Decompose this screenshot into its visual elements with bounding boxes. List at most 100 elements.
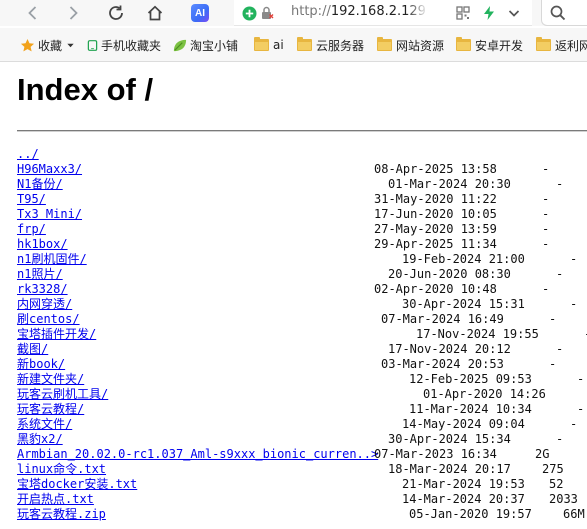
listing-row: 刷centos/07-Mar-2024 16:49 - xyxy=(0,312,587,327)
entry-link[interactable]: rk3328/ xyxy=(17,282,68,297)
entry-date: 14-Mar-2024 20:37 xyxy=(402,492,525,506)
entry-date: 19-Feb-2024 21:00 xyxy=(402,252,525,266)
listing-row: 新book/03-Mar-2024 20:53 - xyxy=(0,357,587,372)
bookmark-label: ai xyxy=(273,38,284,52)
entry-link[interactable]: 玩客云刷机工具/ xyxy=(17,387,108,402)
entry-link[interactable]: Tx3 Mini/ xyxy=(17,207,82,222)
address-dropdown-button[interactable] xyxy=(504,0,524,26)
entry-link[interactable]: 玩客云教程/ xyxy=(17,402,84,417)
entry-date: 18-Mar-2024 20:17 xyxy=(388,462,511,476)
entry-link[interactable]: hk1box/ xyxy=(17,237,68,252)
bookmark-folder-web-resources[interactable]: 网站资源 xyxy=(377,36,444,54)
entry-date: 31-May-2020 11:22 xyxy=(374,192,497,206)
listing-row: n1刷机固件/19-Feb-2024 21:00 - xyxy=(0,252,587,267)
entry-link[interactable]: frp/ xyxy=(17,222,46,237)
listing-row: H96Maxx3/08-Apr-2025 13:58 - xyxy=(0,162,587,177)
entry-link[interactable]: 新book/ xyxy=(17,357,65,372)
listing-row: T95/31-May-2020 11:22 - xyxy=(0,192,587,207)
entry-date: 07-Mar-2023 16:34 xyxy=(374,447,497,461)
entry-link[interactable]: 刷centos/ xyxy=(17,312,80,327)
bookmark-folder-cloud-servers[interactable]: 云服务器 xyxy=(297,36,364,54)
listing-row: rk3328/02-Apr-2020 10:48 - xyxy=(0,282,587,297)
entry-date: 20-Jun-2020 08:30 xyxy=(388,267,511,281)
entry-size: - xyxy=(542,162,550,176)
folder-icon xyxy=(377,37,392,51)
bookmark-label: 安卓开发 xyxy=(475,38,524,53)
entry-date: 01-Mar-2024 20:30 xyxy=(388,177,511,191)
entry-link[interactable]: H96Maxx3/ xyxy=(17,162,82,177)
listing-row: 宝塔docker安装.txt 21-Mar-2024 19:53 52 xyxy=(0,477,587,492)
entry-link[interactable]: 新建文件夹/ xyxy=(17,372,84,387)
leaf-icon xyxy=(173,39,187,51)
listing-row: 截图/17-Nov-2024 20:12 - xyxy=(0,342,587,357)
lightning-icon xyxy=(484,6,494,20)
listing-row: frp/27-May-2020 13:59 - xyxy=(0,222,587,237)
entry-link[interactable]: T95/ xyxy=(17,192,46,207)
entry-link[interactable]: n1照片/ xyxy=(17,267,63,282)
speed-mode-button[interactable] xyxy=(480,0,498,26)
entry-link[interactable]: 宝塔docker安装.txt xyxy=(17,477,137,492)
entry-link[interactable]: n1刷机固件/ xyxy=(17,252,87,267)
search-button[interactable] xyxy=(548,0,568,26)
entry-link[interactable]: 黑豹x2/ xyxy=(17,432,63,447)
entry-date: 02-Apr-2020 10:48 xyxy=(374,282,497,296)
entry-link[interactable]: linux命令.txt xyxy=(17,462,106,477)
bookmark-label: 淘宝小铺 xyxy=(190,38,239,53)
bookmark-folder-rebate[interactable]: 返利网 xyxy=(536,36,587,54)
bookmark-folder-android-dev[interactable]: 安卓开发 xyxy=(456,36,523,54)
listing-row: Tx3 Mini/17-Jun-2020 10:05 - xyxy=(0,207,587,222)
bookmark-label: 云服务器 xyxy=(316,38,365,53)
phone-icon xyxy=(87,39,98,51)
bookmark-folder-ai[interactable]: ai xyxy=(254,36,284,54)
listing-row: N1备份/01-Mar-2024 20:30 - xyxy=(0,177,587,192)
bookmark-mobile[interactable]: 手机收藏夹 xyxy=(87,36,161,54)
bookmark-label: 收藏 xyxy=(38,38,63,53)
chevron-down-icon xyxy=(508,10,520,17)
entry-date: 29-Apr-2025 11:34 xyxy=(374,237,497,251)
back-button[interactable] xyxy=(20,0,46,26)
qr-code-button[interactable] xyxy=(454,0,472,26)
forward-button[interactable] xyxy=(60,0,86,26)
listing-row: 宝塔插件开发/17-Nov-2024 19:55- xyxy=(0,327,587,342)
insecure-lock-icon xyxy=(262,6,274,19)
entry-size: 52 xyxy=(549,477,564,491)
url-scheme: http:// xyxy=(291,4,331,19)
entry-link[interactable]: 开启热点.txt xyxy=(17,492,94,507)
entry-link[interactable]: Armbian_20.02.0-rc1.037_Aml-s9xxx_bionic… xyxy=(17,447,378,462)
parent-directory-link[interactable]: ../ xyxy=(17,147,39,162)
entry-link[interactable]: 系统文件/ xyxy=(17,417,72,432)
listing-row: 玩客云教程/11-Mar-2024 10:34 - xyxy=(0,402,587,417)
listing-row: hk1box/29-Apr-2025 11:34 - xyxy=(0,237,587,252)
entry-date: 17-Jun-2020 10:05 xyxy=(374,207,497,221)
bookmark-favorites[interactable]: 收藏 xyxy=(20,36,75,54)
entry-link[interactable]: 截图/ xyxy=(17,342,48,357)
entry-date: 17-Nov-2024 20:12 xyxy=(388,342,511,356)
listing-row: linux命令.txt 18-Mar-2024 20:17 275 xyxy=(0,462,587,477)
entry-date: 30-Apr-2024 15:31 xyxy=(402,297,525,311)
entry-link[interactable]: 宝塔插件开发/ xyxy=(17,327,96,342)
entry-size: 2033 xyxy=(549,492,578,506)
address-bar[interactable]: http://192.168.2.129: xyxy=(234,0,532,26)
home-button[interactable] xyxy=(142,0,168,26)
arrow-left-icon xyxy=(28,6,37,20)
entry-link[interactable]: N1备份/ xyxy=(17,177,63,192)
search-box[interactable] xyxy=(541,0,587,26)
listing-row: n1照片/20-Jun-2020 08:30 - xyxy=(0,267,587,282)
entry-size: - xyxy=(542,192,550,206)
folder-icon xyxy=(254,37,269,51)
bookmark-taobao[interactable]: 淘宝小铺 xyxy=(172,36,240,54)
add-page-button[interactable] xyxy=(240,0,258,26)
entry-date: 12-Feb-2025 09:53 xyxy=(409,372,532,386)
arrow-right-icon xyxy=(69,6,78,20)
listing-row: 内网穿透/30-Apr-2024 15:31 - xyxy=(0,297,587,312)
entry-date: 30-Apr-2024 15:34 xyxy=(388,432,511,446)
folder-icon xyxy=(297,37,312,51)
site-security-button[interactable] xyxy=(258,0,276,26)
entry-link[interactable]: 内网穿透/ xyxy=(17,297,72,312)
entry-date: 05-Jan-2020 19:57 xyxy=(409,507,532,521)
reload-button[interactable] xyxy=(103,0,129,26)
entry-link[interactable]: 玩客云教程.zip xyxy=(17,507,106,522)
entry-date: 21-Mar-2024 19:53 xyxy=(402,477,525,491)
entry-date: 03-Mar-2024 20:53 xyxy=(381,357,504,371)
ai-extension-button[interactable]: AI xyxy=(189,0,211,26)
